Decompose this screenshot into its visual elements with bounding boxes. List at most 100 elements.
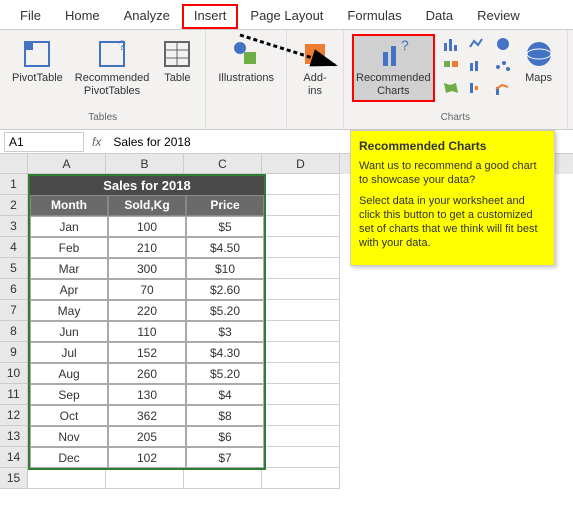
table-button[interactable]: Table xyxy=(157,34,197,89)
recommended-pivottables-button[interactable]: ? Recommended PivotTables xyxy=(71,34,154,102)
cell-month[interactable]: Aug xyxy=(30,363,108,384)
name-box[interactable] xyxy=(4,132,84,152)
row-header[interactable]: 7 xyxy=(0,300,28,321)
row-header[interactable]: 12 xyxy=(0,405,28,426)
cell[interactable] xyxy=(262,258,340,279)
cell-month[interactable]: Oct xyxy=(30,405,108,426)
combo-chart-button[interactable] xyxy=(491,78,515,98)
cell-sold[interactable]: 362 xyxy=(108,405,186,426)
tab-analyze[interactable]: Analyze xyxy=(112,4,182,29)
cell-sold[interactable]: 110 xyxy=(108,321,186,342)
cell-sold[interactable]: 220 xyxy=(108,300,186,321)
waterfall-chart-button[interactable] xyxy=(465,78,489,98)
row-header[interactable]: 5 xyxy=(0,258,28,279)
cell[interactable] xyxy=(262,321,340,342)
row-header[interactable]: 10 xyxy=(0,363,28,384)
map-chart-button[interactable] xyxy=(439,78,463,98)
cell-month[interactable]: Nov xyxy=(30,426,108,447)
row-header[interactable]: 9 xyxy=(0,342,28,363)
header-price[interactable]: Price xyxy=(186,195,264,216)
cell[interactable] xyxy=(262,195,340,216)
cell-sold[interactable]: 130 xyxy=(108,384,186,405)
fx-icon[interactable]: fx xyxy=(84,135,109,149)
recommended-charts-button[interactable]: ? Recommended Charts xyxy=(352,34,435,102)
cell-price[interactable]: $5 xyxy=(186,216,264,237)
cell-month[interactable]: Sep xyxy=(30,384,108,405)
cell[interactable] xyxy=(262,216,340,237)
line-chart-button[interactable] xyxy=(465,34,489,54)
row-header[interactable]: 8 xyxy=(0,321,28,342)
cell-price[interactable]: $3 xyxy=(186,321,264,342)
cell-sold[interactable]: 102 xyxy=(108,447,186,468)
tab-formulas[interactable]: Formulas xyxy=(335,4,413,29)
tab-insert[interactable]: Insert xyxy=(182,4,239,29)
col-header-c[interactable]: C xyxy=(184,154,262,174)
col-header-a[interactable]: A xyxy=(28,154,106,174)
cell[interactable] xyxy=(262,363,340,384)
row-header[interactable]: 15 xyxy=(0,468,28,489)
cell-sold[interactable]: 152 xyxy=(108,342,186,363)
cell-price[interactable]: $2.60 xyxy=(186,279,264,300)
cell[interactable] xyxy=(262,426,340,447)
cell-price[interactable]: $8 xyxy=(186,405,264,426)
cell[interactable] xyxy=(262,405,340,426)
tab-review[interactable]: Review xyxy=(465,4,532,29)
cell-price[interactable]: $4.30 xyxy=(186,342,264,363)
row-header[interactable]: 6 xyxy=(0,279,28,300)
cell-price[interactable]: $6 xyxy=(186,426,264,447)
cell[interactable] xyxy=(262,447,340,468)
column-chart-button[interactable] xyxy=(439,34,463,54)
col-header-b[interactable]: B xyxy=(106,154,184,174)
cell[interactable] xyxy=(28,468,106,489)
cell-price[interactable]: $7 xyxy=(186,447,264,468)
cell-sold[interactable]: 300 xyxy=(108,258,186,279)
cell-month[interactable]: Mar xyxy=(30,258,108,279)
statistic-chart-button[interactable] xyxy=(465,56,489,76)
table-title[interactable]: Sales for 2018 xyxy=(30,176,264,195)
cell-sold[interactable]: 100 xyxy=(108,216,186,237)
tab-page-layout[interactable]: Page Layout xyxy=(238,4,335,29)
cell-month[interactable]: Feb xyxy=(30,237,108,258)
cell-price[interactable]: $4.50 xyxy=(186,237,264,258)
cell[interactable] xyxy=(262,174,340,195)
cell[interactable] xyxy=(106,468,184,489)
cell[interactable] xyxy=(262,342,340,363)
cell-month[interactable]: Dec xyxy=(30,447,108,468)
cell-month[interactable]: Jun xyxy=(30,321,108,342)
cell-price[interactable]: $4 xyxy=(186,384,264,405)
cell-month[interactable]: Jan xyxy=(30,216,108,237)
maps-button[interactable]: Maps xyxy=(519,34,559,89)
addins-button[interactable]: Add- ins xyxy=(295,34,335,102)
cell[interactable] xyxy=(262,300,340,321)
cell-price[interactable]: $5.20 xyxy=(186,363,264,384)
cell-price[interactable]: $5.20 xyxy=(186,300,264,321)
row-header[interactable]: 14 xyxy=(0,447,28,468)
cell[interactable] xyxy=(184,468,262,489)
cell-sold[interactable]: 210 xyxy=(108,237,186,258)
tab-file[interactable]: File xyxy=(8,4,53,29)
cell[interactable] xyxy=(262,237,340,258)
pivottable-button[interactable]: PivotTable xyxy=(8,34,67,89)
tab-home[interactable]: Home xyxy=(53,4,112,29)
row-header[interactable]: 3 xyxy=(0,216,28,237)
row-header[interactable]: 4 xyxy=(0,237,28,258)
cell[interactable] xyxy=(262,468,340,489)
row-header[interactable]: 1 xyxy=(0,174,28,195)
cell-sold[interactable]: 205 xyxy=(108,426,186,447)
cell-month[interactable]: Jul xyxy=(30,342,108,363)
illustrations-button[interactable]: Illustrations xyxy=(214,34,278,89)
row-header[interactable]: 2 xyxy=(0,195,28,216)
select-all-corner[interactable] xyxy=(0,154,28,174)
cell[interactable] xyxy=(262,384,340,405)
cell-sold[interactable]: 260 xyxy=(108,363,186,384)
header-sold[interactable]: Sold,Kg xyxy=(108,195,186,216)
pie-chart-button[interactable] xyxy=(491,34,515,54)
tab-data[interactable]: Data xyxy=(414,4,465,29)
header-month[interactable]: Month xyxy=(30,195,108,216)
cell[interactable] xyxy=(262,279,340,300)
scatter-chart-button[interactable] xyxy=(491,56,515,76)
hierarchy-chart-button[interactable] xyxy=(439,56,463,76)
row-header[interactable]: 11 xyxy=(0,384,28,405)
row-header[interactable]: 13 xyxy=(0,426,28,447)
cell-price[interactable]: $10 xyxy=(186,258,264,279)
